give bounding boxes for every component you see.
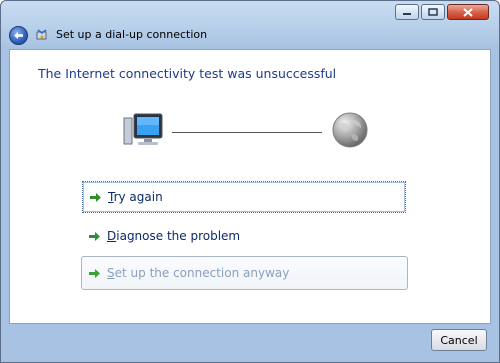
green-arrow-icon <box>89 231 100 241</box>
setup-anyway-option[interactable]: Set up the connection anyway <box>81 256 408 290</box>
connection-line <box>172 132 322 133</box>
try-again-label: Try again <box>108 190 163 204</box>
cancel-button[interactable]: Cancel <box>431 329 487 351</box>
diagnose-label: Diagnose the problem <box>107 229 241 243</box>
page-heading: The Internet connectivity test was unsuc… <box>38 66 337 81</box>
back-arrow-icon <box>14 32 23 39</box>
maximize-button[interactable] <box>421 4 445 20</box>
setup-anyway-label: Set up the connection anyway <box>107 266 290 280</box>
close-button[interactable] <box>447 4 489 20</box>
try-again-option[interactable]: Try again <box>82 181 406 213</box>
minimize-button[interactable] <box>395 4 419 20</box>
close-icon <box>463 7 473 17</box>
globe-icon <box>332 112 368 148</box>
green-arrow-icon <box>89 268 100 278</box>
window-controls <box>395 4 489 20</box>
window-title: Set up a dial-up connection <box>56 28 208 41</box>
back-button[interactable] <box>9 26 28 45</box>
dialog-window: Set up a dial-up connection The Internet… <box>0 0 500 363</box>
content-pane: The Internet connectivity test was unsuc… <box>9 49 491 324</box>
green-arrow-icon <box>90 192 101 202</box>
computer-icon <box>123 113 163 145</box>
dialup-connection-icon <box>36 29 47 40</box>
diagnose-option[interactable]: Diagnose the problem <box>82 220 406 252</box>
minimize-icon <box>403 13 411 15</box>
maximize-icon <box>428 8 438 16</box>
